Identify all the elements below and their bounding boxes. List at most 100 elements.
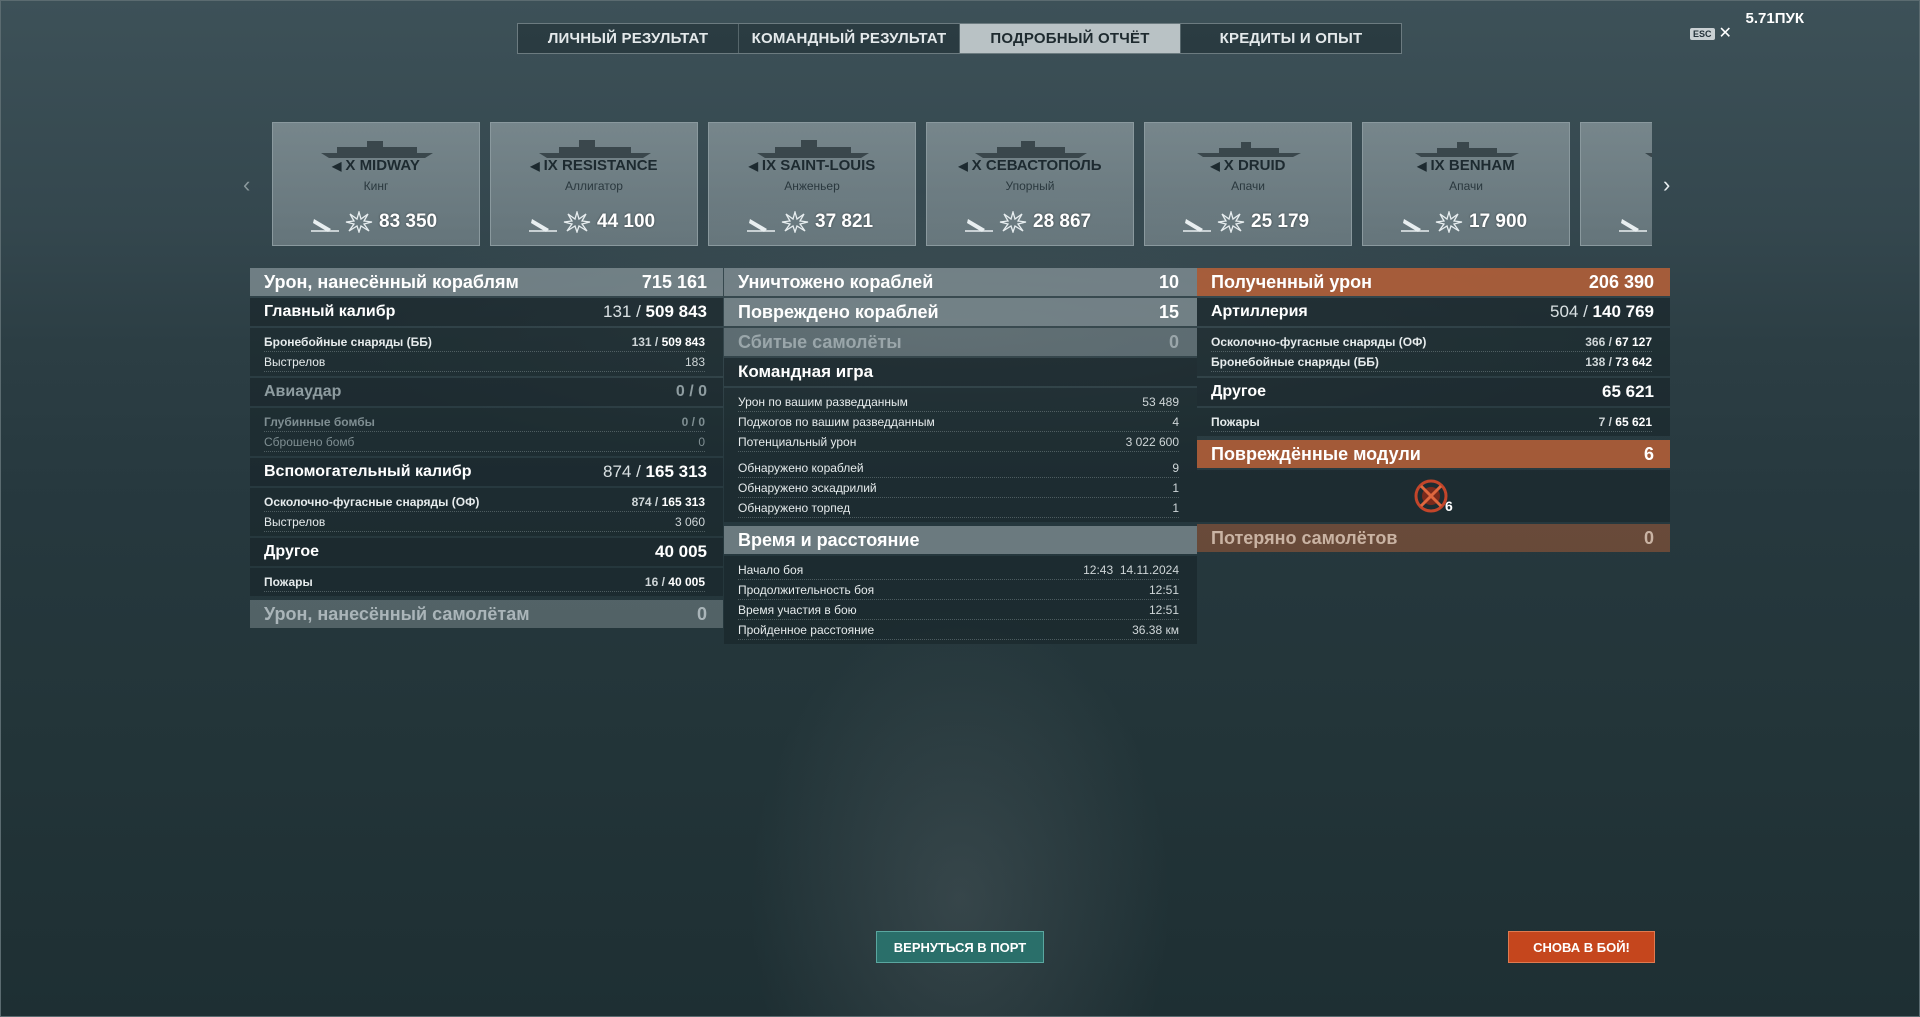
ship-class-icon: ◀ [1210, 159, 1220, 173]
player-name: Упорный [1005, 179, 1055, 193]
sinking-ship-icon [529, 219, 557, 232]
ship-silhouette-icon [1415, 142, 1519, 157]
ship-damage-header: Урон, нанесённый кораблям 715 161 [250, 268, 723, 296]
close-icon[interactable]: ✕ [1719, 26, 1732, 42]
ship-tier: IX [761, 157, 777, 174]
ship-class-icon: ◀ [748, 159, 758, 173]
other-damage-details: Пожары 16 / 40 005 [250, 568, 723, 596]
ship-card[interactable]: ◀ X MIDWAY Кинг 83 350 [272, 122, 480, 246]
participation-row: Время участия в бою 12:51 [738, 600, 1179, 620]
ship-name: BENHAM [1448, 157, 1515, 174]
ship-silhouette-icon [1645, 153, 1652, 157]
received-damage-header: Полученный урон 206 390 [1197, 268, 1670, 296]
artillery-details: Осколочно-фугасные снаряды (ОФ) 366 / 67 … [1197, 328, 1670, 376]
sinking-ship-icon [1183, 219, 1211, 232]
sec-shots-row: Выстрелов 3 060 [264, 512, 705, 532]
tab-detailed[interactable]: ПОДРОБНЫЙ ОТЧЁТ [960, 24, 1181, 53]
ship-card[interactable]: ◀ IX BENHAM Апачи 17 900 [1362, 122, 1570, 246]
player-name: Анженьер [784, 179, 840, 193]
fires-received-row: Пожары 7 / 65 621 [1211, 412, 1652, 432]
ship-name: СЕВАСТОПОЛЬ [985, 157, 1102, 174]
ship-class-icon: ◀ [332, 159, 342, 173]
plane-damage-header: Урон, нанесённый самолётам 0 [250, 600, 723, 628]
depth-charges-row: Глубинные бомбы 0 / 0 [264, 412, 705, 432]
main-caliber-details: Бронебойные снаряды (ББ) 131 / 509 843 Вы… [250, 328, 723, 376]
damage-burst-icon [781, 211, 809, 233]
ship-silhouette-icon [1197, 142, 1301, 157]
damage-burst-icon [563, 211, 591, 233]
he-received-row: Осколочно-фугасные снаряды (ОФ) 366 / 67 … [1211, 332, 1652, 352]
planes-lost-header: Потеряно самолётов 0 [1197, 524, 1670, 552]
ship-damage-value: 83 350 [379, 211, 438, 232]
player-name: Апачи [1231, 179, 1265, 193]
ship-silhouette-icon [321, 141, 433, 158]
ship-class-icon: ◀ [530, 159, 540, 173]
distance-row: Пройденное расстояние 36.38 км [738, 620, 1179, 640]
ship-tier: X [1223, 157, 1234, 174]
ship-card[interactable]: ◀ X СЕВАСТОПОЛЬ Упорный 28 867 [926, 122, 1134, 246]
ship-card[interactable]: ◀ IX SAINT-LOUIS Анженьер 37 821 [708, 122, 916, 246]
report-tabs: ЛИЧНЫЙ РЕЗУЛЬТАТ КОМАНДНЫЙ РЕЗУЛЬТАТ ПОД… [517, 23, 1402, 54]
spotted-torps-row: Обнаружено торпед 1 [738, 498, 1179, 518]
ship-silhouette-icon [757, 140, 869, 158]
battle-again-button[interactable]: СНОВА В БОЙ! [1508, 931, 1655, 963]
ship-class-icon: ◀ [958, 159, 968, 173]
dealt-damage-column: Урон, нанесённый кораблям 715 161 Главны… [250, 268, 723, 630]
duration-row: Продолжительность боя 12:51 [738, 580, 1179, 600]
scout-damage-row: Урон по вашим разведданным 53 489 [738, 392, 1179, 412]
he-shells-row: Осколочно-фугасные снаряды (ОФ) 874 / 165… [264, 492, 705, 512]
damaged-modules-panel: 6 [1197, 470, 1670, 522]
main-caliber-header: Главный калибр 131 / 509 843 [250, 298, 723, 326]
time-distance-title: Время и расстояние [724, 526, 1197, 554]
top-right-label: 5.71ПУК [1745, 10, 1804, 27]
ship-card-partial[interactable] [1580, 122, 1652, 246]
artillery-header: Артиллерия 504 / 140 769 [1197, 298, 1670, 326]
tab-credits[interactable]: КРЕДИТЫ И ОПЫТ [1181, 24, 1401, 53]
spotted-squads-row: Обнаружено эскадрилий 1 [738, 478, 1179, 498]
ship-name: MIDWAY [359, 157, 420, 174]
esc-key-icon: ESC [1690, 28, 1715, 40]
sinking-ship-icon [747, 219, 775, 232]
airstrike-header: Авиаудар 0 / 0 [250, 378, 723, 406]
sinking-ship-icon [965, 219, 993, 232]
module-count: 6 [1445, 498, 1453, 514]
other-damage-header: Другое 40 005 [250, 538, 723, 566]
secondary-details: Осколочно-фугасные снаряды (ОФ) 874 / 165… [250, 488, 723, 536]
airstrike-details: Глубинные бомбы 0 / 0 Сброшено бомб 0 [250, 408, 723, 456]
ship-card[interactable]: ◀ IX RESISTANCE Аллигатор 44 100 [490, 122, 698, 246]
ship-name: DRUID [1237, 157, 1286, 174]
tab-personal[interactable]: ЛИЧНЫЙ РЕЗУЛЬТАТ [518, 24, 739, 53]
planes-shot-header: Сбитые самолёты 0 [724, 328, 1197, 356]
damage-burst-icon [345, 211, 373, 233]
ap-shells-row: Бронебойные снаряды (ББ) 131 / 509 843 [264, 332, 705, 352]
close-button[interactable]: ESC ✕ [1690, 26, 1732, 42]
team-play-details: Урон по вашим разведданным 53 489 Поджого… [724, 388, 1197, 522]
damage-burst-icon [1217, 211, 1245, 233]
team-play-title: Командная игра [724, 358, 1197, 386]
team-stats-column: Уничтожено кораблей 10 Повреждено корабле… [724, 268, 1197, 646]
fires-row: Пожары 16 / 40 005 [264, 572, 705, 592]
prev-ship-arrow-icon[interactable]: ‹ [243, 172, 250, 198]
time-distance-details: Начало боя 12:43 14.11.2024 Продолжительн… [724, 556, 1197, 644]
damaged-ships-header: Повреждено кораблей 15 [724, 298, 1197, 326]
ship-class-icon: ◀ [1417, 159, 1427, 173]
received-damage-column: Полученный урон 206 390 Артиллерия 504 / … [1197, 268, 1670, 554]
tab-team[interactable]: КОМАНДНЫЙ РЕЗУЛЬТАТ [739, 24, 960, 53]
ship-name: SAINT-LOUIS [780, 157, 876, 174]
ship-tier: X [345, 157, 356, 174]
player-name: Кинг [363, 179, 389, 193]
ship-silhouette-icon [539, 140, 651, 158]
spotted-ships-row: Обнаружено кораблей 9 [738, 458, 1179, 478]
damage-burst-icon [999, 211, 1027, 233]
ship-card[interactable]: ◀ X DRUID Апачи 25 179 [1144, 122, 1352, 246]
destroyed-ships-header: Уничтожено кораблей 10 [724, 268, 1197, 296]
ap-received-row: Бронебойные снаряды (ББ) 138 / 73 642 [1211, 352, 1652, 372]
return-to-port-button[interactable]: ВЕРНУТЬСЯ В ПОРТ [876, 931, 1044, 963]
ship-damage-value: 25 179 [1251, 211, 1310, 232]
ship-silhouette-icon [975, 141, 1087, 158]
player-name: Аллигатор [565, 179, 623, 193]
next-ship-arrow-icon[interactable]: › [1663, 172, 1670, 198]
ship-carousel: ◀ X MIDWAY Кинг 83 350 ◀ IX RESISTANCE Алл… [272, 122, 1652, 248]
sinking-ship-icon [1619, 219, 1647, 232]
other-received-details: Пожары 7 / 65 621 [1197, 408, 1670, 436]
